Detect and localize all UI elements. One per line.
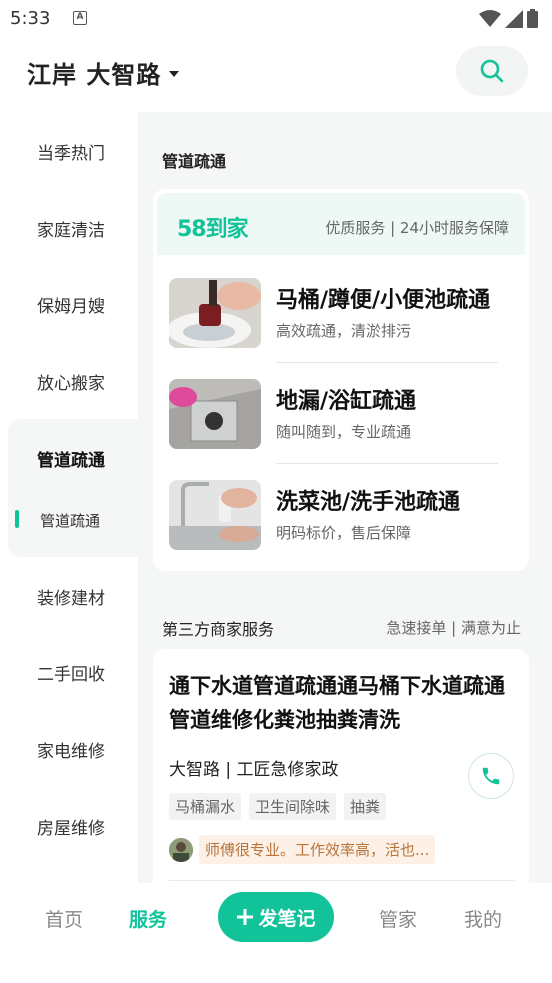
category-sidebar: 当季热门 家庭清洁 保姆月嫂 放心搬家 管道疏通 管道疏通 装修建材 二手回收 …: [0, 112, 138, 883]
listing-shop: 大智路 | 工匠急修家政: [169, 760, 339, 780]
divider: [276, 362, 498, 363]
service-title: 马桶/蹲便/小便池疏通: [276, 288, 491, 313]
search-icon: [480, 59, 504, 83]
brand-tagline: 优质服务 | 24小时服务保障: [325, 219, 509, 237]
review-snippet: 师傅很专业。工作效率高，活也...: [169, 835, 436, 864]
nav-mine[interactable]: 我的: [464, 905, 502, 932]
sidebar-item-moving[interactable]: 放心搬家: [0, 343, 138, 420]
service-card: 58到家 优质服务 | 24小时服务保障 马桶/蹲便/小便池疏通 高效疏通，清淤…: [153, 189, 529, 571]
post-note-label: 发笔记: [258, 907, 316, 930]
chevron-down-icon: [169, 71, 180, 77]
service-subtitle: 高效疏通，清淤排污: [276, 322, 412, 340]
sidebar-item-seasonal[interactable]: 当季热门: [0, 113, 138, 190]
status-time: 5:33: [10, 8, 51, 29]
listing-tag: 马桶漏水: [169, 793, 242, 820]
sidebar-sub-indicator: [15, 510, 19, 528]
service-item-sink[interactable]: 洗菜池/洗手池疏通 明码标价，售后保障: [153, 480, 529, 571]
sidebar-item-house-repair[interactable]: 房屋维修: [0, 788, 138, 865]
notification-icon: A: [73, 11, 87, 25]
merchant-listing-card[interactable]: 通下水道管道疏通通马桶下水道疏通管道维修化粪池抽粪清洗 大智路 | 工匠急修家政…: [153, 649, 529, 883]
brand-header: 58到家 优质服务 | 24小时服务保障: [157, 193, 525, 255]
plus-icon: [237, 909, 254, 925]
section-title: 管道疏通: [162, 152, 227, 171]
third-party-tagline: 急速接单 | 满意为止: [386, 619, 521, 637]
status-icons: [479, 9, 538, 28]
sidebar-item-pipe[interactable]: 管道疏通: [37, 446, 105, 471]
sidebar-item-nanny[interactable]: 保姆月嫂: [0, 266, 138, 343]
main-content: 管道疏通 58到家 优质服务 | 24小时服务保障 马桶/蹲便/小便池疏通 高效…: [138, 112, 552, 883]
location-label: 江岸 大智路: [27, 61, 162, 89]
phone-icon: [482, 767, 500, 785]
nav-home[interactable]: 首页: [45, 905, 83, 932]
bottom-nav: 首页 服务 发笔记 管家 我的: [0, 883, 552, 983]
listing-tag: 抽粪: [344, 793, 387, 820]
nav-manager[interactable]: 管家: [379, 905, 417, 932]
signal-icon: [505, 9, 523, 28]
location-selector[interactable]: 江岸 大智路: [27, 55, 180, 90]
wifi-icon: [479, 9, 501, 27]
service-subtitle: 明码标价，售后保障: [276, 524, 412, 542]
divider: [276, 463, 498, 464]
sidebar-item-decoration[interactable]: 装修建材: [0, 558, 138, 635]
call-button[interactable]: [468, 753, 514, 799]
listing-tag: 卫生间除味: [249, 793, 337, 820]
header: 江岸 大智路: [0, 36, 552, 112]
sidebar-item-recycle[interactable]: 二手回收: [0, 634, 138, 711]
battery-icon: [527, 9, 538, 28]
post-note-button[interactable]: 发笔记: [218, 892, 334, 942]
status-bar: 5:33 A: [0, 0, 552, 36]
divider: [169, 880, 515, 881]
listing-title: 通下水道管道疏通通马桶下水道疏通管道维修化粪池抽粪清洗: [169, 674, 505, 732]
sink-image: [169, 480, 261, 550]
brand-logo: 58到家: [177, 217, 249, 242]
sidebar-item-cleaning[interactable]: 家庭清洁: [0, 190, 138, 267]
service-subtitle: 随叫随到，专业疏通: [276, 423, 412, 441]
toilet-plunger-image: [169, 278, 261, 348]
avatar: [169, 837, 193, 862]
third-party-title: 第三方商家服务: [162, 620, 275, 639]
service-title: 洗菜池/洗手池疏通: [276, 490, 461, 515]
nav-service[interactable]: 服务: [129, 905, 167, 932]
sidebar-item-appliance[interactable]: 家电维修: [0, 711, 138, 788]
search-button[interactable]: [456, 46, 528, 96]
service-item-toilet[interactable]: 马桶/蹲便/小便池疏通 高效疏通，清淤排污: [153, 278, 529, 378]
sidebar-subitem-pipe[interactable]: 管道疏通: [40, 510, 100, 531]
review-text: 师傅很专业。工作效率高，活也...: [199, 835, 436, 864]
listing-tags: 马桶漏水 卫生间除味 抽粪: [169, 793, 387, 820]
service-title: 地漏/浴缸疏通: [276, 389, 417, 414]
service-item-floor-drain[interactable]: 地漏/浴缸疏通 随叫随到，专业疏通: [153, 379, 529, 479]
floor-drain-image: [169, 379, 261, 449]
sidebar-active-group: [8, 419, 138, 557]
